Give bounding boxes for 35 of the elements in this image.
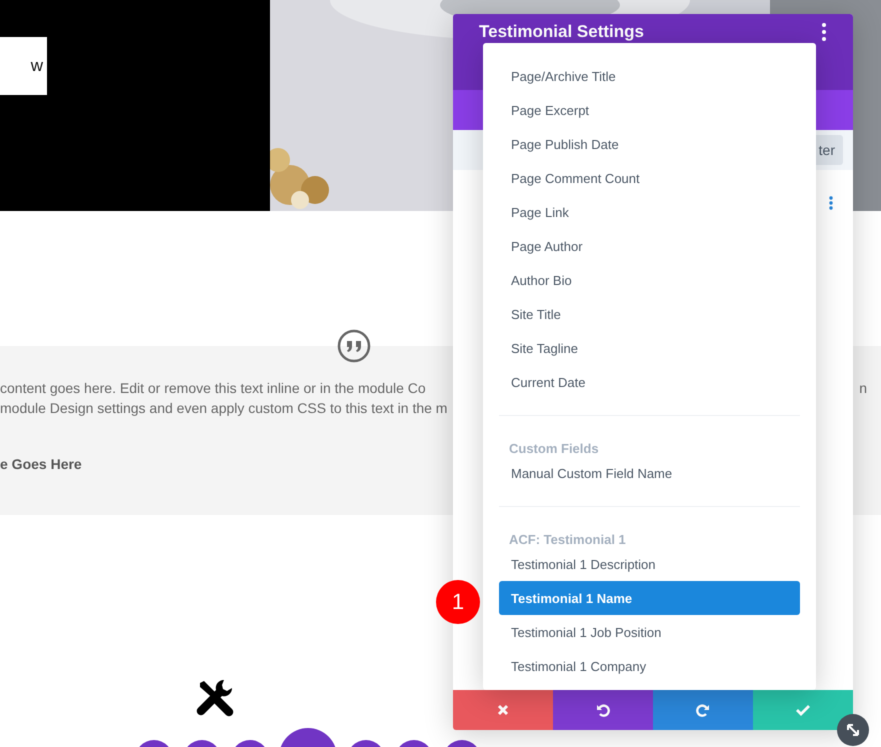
menu-item[interactable]: Current Date [499,365,800,399]
close-icon [497,704,509,716]
check-icon [796,704,810,716]
menu-dots-icon[interactable] [821,22,827,42]
menu-item[interactable]: Page Publish Date [499,127,800,161]
menu-item[interactable]: Site Title [499,297,800,331]
menu-item[interactable]: Page Author [499,229,800,263]
testimonial-text: n [859,379,867,398]
testimonial-text: content goes here. Edit or remove this text inline or in the module Co [0,379,426,398]
resize-icon [845,722,861,738]
testimonial-text: module Design settings and even apply custom CSS to this text in the m [0,399,448,418]
step-badge: 1 [436,580,480,624]
group-heading: ACF: Testimonial 1 [508,531,627,547]
panel-title: Testimonial Settings [479,22,644,42]
hero-button[interactable]: w [0,37,47,95]
menu-item[interactable]: Manual Custom Field Name [499,456,800,490]
menu-item[interactable]: Page/Archive Title [499,59,800,93]
menu-item[interactable]: Testimonial 1 Description [499,547,800,581]
menu-item[interactable]: Author Bio [499,263,800,297]
resize-button[interactable] [837,714,869,746]
menu-item[interactable]: Testimonial 1 Name [499,581,800,615]
menu-item[interactable]: Page Excerpt [499,93,800,127]
dots-icon[interactable] [829,196,833,210]
group-heading: Custom Fields [508,440,600,456]
undo-icon [596,703,610,717]
menu-item[interactable]: Testimonial 1 Company [499,649,800,683]
menu-item[interactable]: Site Tagline [499,331,800,365]
tools-icon[interactable] [194,677,236,719]
menu-item[interactable]: Testimonial 1 Job Position [499,615,800,649]
quote-icon [337,329,371,363]
menu-item[interactable]: Page Link [499,195,800,229]
save-button[interactable] [753,690,853,730]
menu-item[interactable]: Page Comment Count [499,161,800,195]
redo-icon [696,703,710,717]
author-name: e Goes Here [0,456,83,472]
